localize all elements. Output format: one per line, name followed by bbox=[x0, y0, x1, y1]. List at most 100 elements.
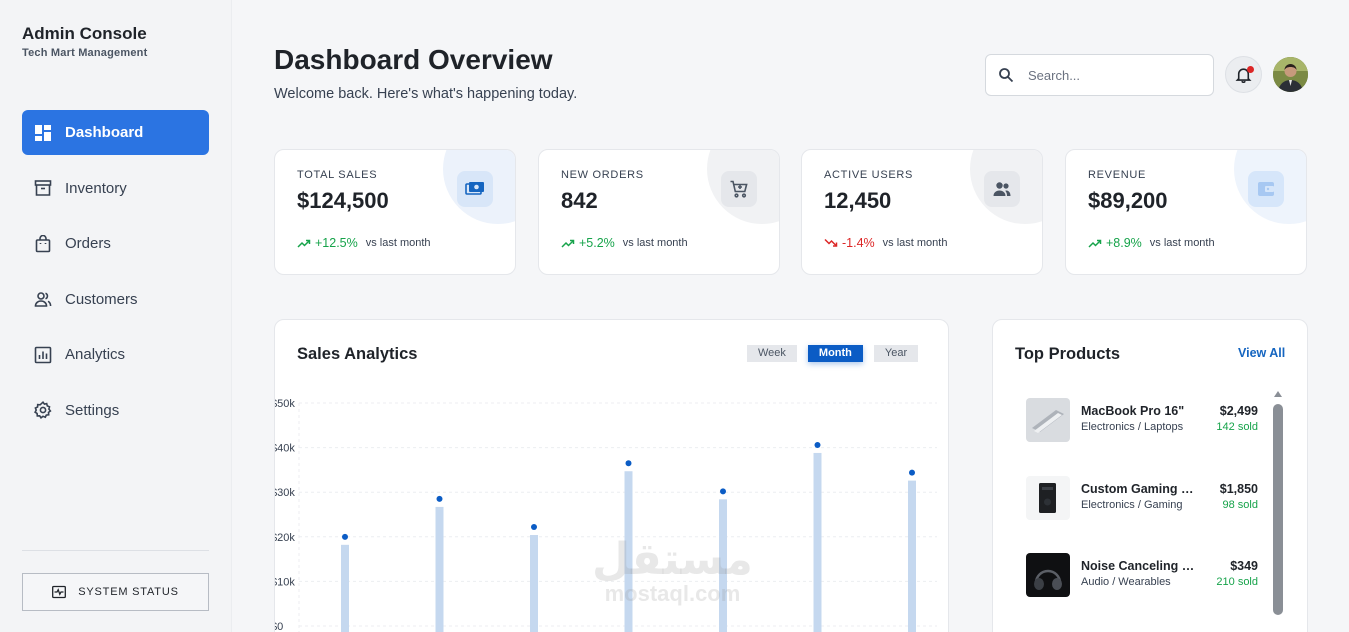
scroll-thumb[interactable] bbox=[1273, 404, 1283, 615]
product-item[interactable]: Custom Gaming PC Electronics / Gaming $1… bbox=[1026, 476, 1258, 520]
sidebar-item-label: Dashboard bbox=[65, 124, 144, 141]
money-icon bbox=[457, 171, 493, 207]
chart-point bbox=[909, 469, 915, 476]
sidebar-item-label: Inventory bbox=[65, 179, 127, 197]
product-name: MacBook Pro 16" bbox=[1081, 404, 1185, 418]
sidebar-divider bbox=[22, 550, 209, 551]
scroll-up-arrow-icon[interactable] bbox=[1274, 391, 1282, 397]
top-products-card: Top Products View All MacBook Pro 16" El… bbox=[992, 319, 1308, 632]
stat-trend: +5.2% vs last month bbox=[561, 236, 688, 250]
system-status-label: SYSTEM STATUS bbox=[78, 586, 179, 598]
stat-value: 12,450 bbox=[824, 188, 892, 213]
trending-up-icon bbox=[1088, 239, 1102, 248]
product-item[interactable]: MacBook Pro 16" Electronics / Laptops $2… bbox=[1026, 398, 1258, 442]
chart-bar bbox=[908, 480, 916, 632]
stat-value: $89,200 bbox=[1088, 188, 1168, 213]
stat-card-total-sales[interactable]: TOTAL SALES $124,500 +12.5% vs last mont… bbox=[274, 149, 516, 275]
cart-icon bbox=[721, 171, 757, 207]
wallet-icon bbox=[1248, 171, 1284, 207]
product-category: Electronics / Gaming bbox=[1081, 499, 1183, 511]
stat-note: vs last month bbox=[622, 237, 688, 249]
stat-label: REVENUE bbox=[1088, 169, 1147, 181]
stat-value: 842 bbox=[561, 188, 598, 213]
stat-change: +5.2% bbox=[579, 236, 615, 250]
product-price: $349 bbox=[1230, 559, 1258, 573]
product-category: Electronics / Laptops bbox=[1081, 421, 1184, 433]
stat-trend: +12.5% vs last month bbox=[297, 236, 431, 250]
stat-note: vs last month bbox=[1149, 237, 1215, 249]
range-month-button[interactable]: Month bbox=[807, 345, 863, 362]
gear-icon bbox=[34, 401, 52, 419]
trending-up-icon bbox=[561, 239, 575, 248]
product-list-scrollbar[interactable] bbox=[1271, 388, 1285, 632]
avatar[interactable] bbox=[1273, 57, 1308, 92]
notification-badge bbox=[1247, 66, 1254, 73]
system-status-button[interactable]: SYSTEM STATUS bbox=[22, 573, 209, 611]
chart-point bbox=[436, 495, 443, 502]
sidebar-item-customers[interactable]: Customers bbox=[22, 277, 209, 322]
pc-tower-thumbnail-icon bbox=[1026, 476, 1070, 520]
sidebar-item-label: Customers bbox=[65, 290, 138, 308]
product-price: $2,499 bbox=[1219, 404, 1258, 418]
view-all-link[interactable]: View All bbox=[1238, 346, 1285, 360]
page-subtitle: Welcome back. Here's what's happening to… bbox=[274, 86, 578, 102]
chart-y-tick-label: $50k bbox=[275, 398, 295, 410]
stat-note: vs last month bbox=[365, 237, 431, 249]
chart-point bbox=[720, 488, 726, 495]
search-icon bbox=[999, 68, 1014, 83]
sidebar-item-orders[interactable]: Orders bbox=[22, 221, 209, 266]
stat-card-revenue[interactable]: REVENUE $89,200 +8.9% vs last month bbox=[1065, 149, 1307, 275]
sidebar-item-label: Orders bbox=[65, 235, 111, 252]
laptop-thumbnail-icon bbox=[1026, 398, 1070, 442]
users-icon bbox=[34, 290, 52, 308]
product-sold: 210 sold bbox=[1216, 576, 1258, 588]
users-icon bbox=[984, 171, 1020, 207]
sales-analytics-title: Sales Analytics bbox=[297, 345, 418, 363]
chart-y-tick-label: $30k bbox=[275, 487, 295, 499]
app-title: Admin Console bbox=[22, 24, 147, 43]
search-input[interactable] bbox=[1028, 67, 1198, 83]
chart-bar bbox=[719, 499, 727, 632]
bar-chart-icon bbox=[34, 346, 52, 364]
sidebar-item-dashboard[interactable]: Dashboard bbox=[22, 110, 209, 155]
sidebar-item-label: Settings bbox=[65, 401, 120, 419]
sidebar-item-inventory[interactable]: Inventory bbox=[22, 166, 209, 211]
search-box[interactable] bbox=[985, 54, 1214, 96]
sidebar: Admin Console Tech Mart Management Dashb… bbox=[0, 0, 232, 632]
stat-trend: +8.9% vs last month bbox=[1088, 236, 1215, 250]
stat-trend: -1.4% vs last month bbox=[824, 236, 947, 250]
sidebar-nav: Dashboard Inventory Orders Customers Ana… bbox=[22, 110, 209, 443]
chart-y-tick-label: $40k bbox=[275, 443, 295, 455]
range-selector: Week Month Year bbox=[747, 345, 919, 362]
app-subtitle: Tech Mart Management bbox=[22, 47, 148, 59]
stat-change: +8.9% bbox=[1106, 236, 1142, 250]
product-sold: 98 sold bbox=[1222, 499, 1258, 511]
range-year-button[interactable]: Year bbox=[873, 345, 919, 362]
chart-bar bbox=[341, 544, 349, 632]
product-item[interactable]: Noise Canceling Headphones Audio / Weara… bbox=[1026, 553, 1258, 597]
product-sold: 142 sold bbox=[1216, 421, 1258, 433]
stat-card-new-orders[interactable]: NEW ORDERS 842 +5.2% vs last month bbox=[538, 149, 780, 275]
chart-point bbox=[625, 460, 632, 467]
range-week-button[interactable]: Week bbox=[747, 345, 797, 362]
chart-bar bbox=[624, 471, 633, 632]
shopping-bag-icon bbox=[34, 234, 52, 253]
top-products-title: Top Products bbox=[1015, 345, 1121, 363]
monitor-heart-icon bbox=[52, 585, 67, 599]
stat-card-active-users[interactable]: ACTIVE USERS 12,450 -1.4% vs last month bbox=[801, 149, 1043, 275]
sidebar-item-settings[interactable]: Settings bbox=[22, 388, 209, 433]
chart-bar bbox=[435, 506, 444, 632]
sales-analytics-card: Sales Analytics Week Month Year $0 $10k $2… bbox=[274, 319, 949, 632]
chart-bar bbox=[530, 535, 538, 632]
chart-y-tick-label: $20k bbox=[275, 532, 295, 544]
stat-value: $124,500 bbox=[297, 188, 389, 213]
product-price: $1,850 bbox=[1219, 482, 1258, 496]
stat-note: vs last month bbox=[882, 237, 948, 249]
notifications-button[interactable] bbox=[1225, 56, 1262, 93]
chart-point bbox=[531, 524, 537, 531]
product-category: Audio / Wearables bbox=[1081, 576, 1171, 588]
sidebar-item-analytics[interactable]: Analytics bbox=[22, 332, 209, 377]
sidebar-item-label: Analytics bbox=[65, 346, 126, 363]
dashboard-icon bbox=[34, 124, 52, 142]
chart-bar bbox=[813, 452, 822, 632]
